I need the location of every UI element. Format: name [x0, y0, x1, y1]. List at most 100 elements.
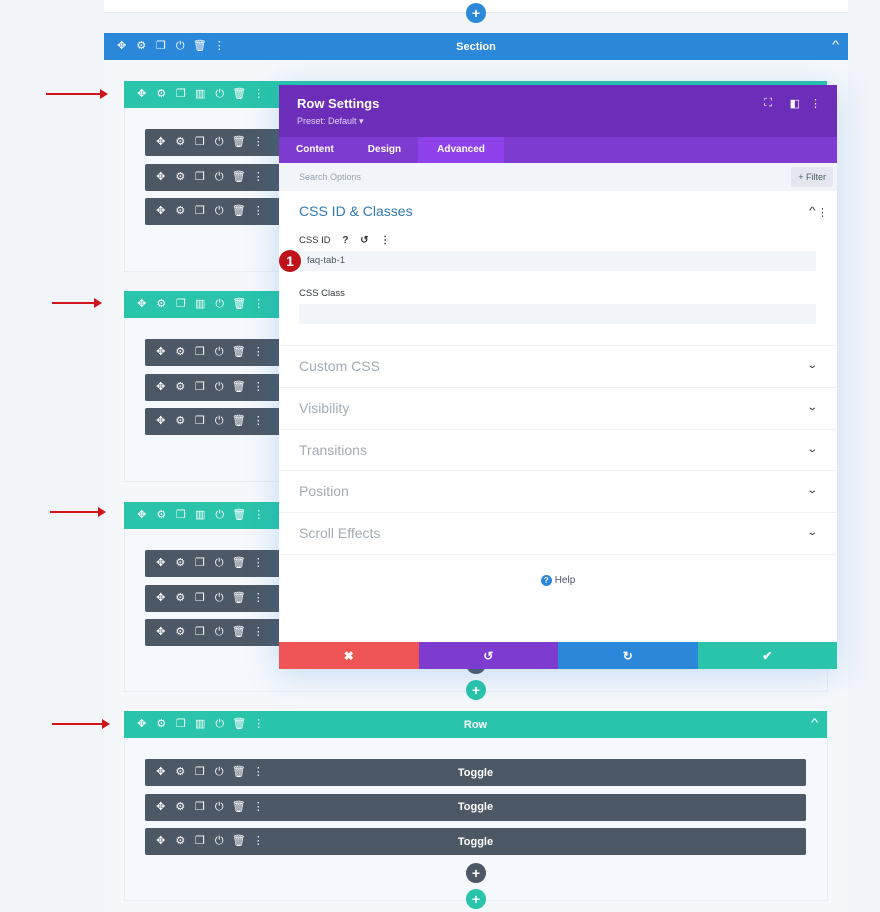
more-icon[interactable]: ⋮ — [249, 381, 269, 393]
modal-header[interactable]: Row Settings Preset: Default ▾ ⛶ ◧ ⋮ — [279, 85, 837, 137]
gear-icon[interactable]: ⚙ — [171, 171, 191, 183]
add-row-button[interactable]: + — [466, 680, 486, 700]
redo-button[interactable]: ↻ — [558, 642, 698, 669]
more-icon[interactable]: ⋮ — [249, 299, 269, 310]
gear-icon[interactable]: ⚙ — [171, 836, 191, 847]
trash-icon[interactable]: 🗑 — [230, 719, 250, 730]
toggle-module[interactable]: ✥⚙❐⏻🗑⋮Toggle — [145, 828, 806, 855]
group-more-icon[interactable]: ⋮ — [817, 206, 828, 219]
power-icon[interactable]: ⏻ — [210, 89, 230, 100]
move-icon[interactable]: ✥ — [112, 41, 132, 52]
more-options-icon[interactable]: ⋮ — [810, 97, 821, 110]
gear-icon[interactable]: ⚙ — [171, 347, 191, 358]
duplicate-icon[interactable]: ❐ — [190, 416, 210, 427]
power-icon[interactable]: ⏻ — [210, 836, 230, 847]
move-icon[interactable]: ✥ — [151, 171, 171, 183]
gear-icon[interactable]: ⚙ — [152, 510, 172, 521]
power-icon[interactable]: ⏻ — [210, 767, 230, 778]
tab-design[interactable]: Design — [351, 137, 418, 163]
toggle-module[interactable]: ✥⚙❐⏻🗑⋮Toggle — [145, 793, 806, 821]
trash-icon[interactable]: 🗑 — [230, 89, 250, 100]
group-position[interactable]: Position ⌄ — [279, 470, 837, 512]
gear-icon[interactable]: ⚙ — [171, 416, 191, 427]
power-icon[interactable]: ⏻ — [171, 41, 191, 52]
power-icon[interactable]: ⏻ — [210, 627, 230, 638]
duplicate-icon[interactable]: ❐ — [171, 719, 191, 730]
move-icon[interactable]: ✥ — [151, 592, 171, 604]
more-icon[interactable]: ⋮ — [249, 510, 269, 521]
discard-button[interactable]: ✖ — [279, 642, 419, 669]
more-icon[interactable]: ⋮ — [249, 592, 269, 604]
add-row-button[interactable]: + — [466, 889, 486, 909]
more-icon[interactable]: ⋮ — [249, 89, 269, 100]
trash-icon[interactable]: 🗑 — [229, 347, 249, 358]
trash-icon[interactable]: 🗑 — [229, 558, 249, 569]
power-icon[interactable]: ⏻ — [210, 206, 230, 217]
chevron-up-icon[interactable]: ^ — [811, 717, 818, 729]
trash-icon[interactable]: 🗑 — [229, 836, 249, 847]
fullscreen-icon[interactable]: ⛶ — [764, 97, 772, 110]
duplicate-icon[interactable]: ❐ — [190, 767, 210, 778]
duplicate-icon[interactable]: ❐ — [190, 836, 210, 847]
more-icon[interactable]: ⋮ — [249, 767, 269, 778]
columns-icon[interactable]: ▥ — [191, 510, 211, 521]
gear-icon[interactable]: ⚙ — [171, 381, 191, 393]
more-icon[interactable]: ⋮ — [249, 801, 269, 813]
more-icon[interactable]: ⋮ — [249, 627, 269, 638]
duplicate-icon[interactable]: ❐ — [190, 381, 210, 393]
columns-icon[interactable]: ▥ — [191, 719, 211, 730]
move-icon[interactable]: ✥ — [151, 416, 171, 427]
chevron-up-icon[interactable]: ^ — [832, 39, 839, 51]
gear-icon[interactable]: ⚙ — [171, 627, 191, 638]
move-icon[interactable]: ✥ — [132, 719, 152, 730]
section-header[interactable]: ✥ ⚙ ❐ ⏻ 🗑 ⋮ Section ^ — [104, 33, 848, 60]
filter-button[interactable]: + Filter — [791, 167, 833, 187]
tab-advanced[interactable]: Advanced — [418, 137, 504, 163]
move-icon[interactable]: ✥ — [151, 836, 171, 847]
trash-icon[interactable]: 🗑 — [229, 137, 249, 148]
trash-icon[interactable]: 🗑 — [229, 801, 249, 813]
more-icon[interactable]: ⋮ — [249, 171, 269, 183]
gear-icon[interactable]: ⚙ — [171, 558, 191, 569]
more-icon[interactable]: ⋮ — [249, 347, 269, 358]
preset-dropdown[interactable]: Preset: Default ▾ — [297, 116, 364, 127]
duplicate-icon[interactable]: ❐ — [190, 137, 210, 148]
help-link[interactable]: ? Help — [279, 575, 837, 586]
chevron-up-icon[interactable]: ^ — [809, 206, 816, 217]
move-icon[interactable]: ✥ — [151, 801, 171, 813]
gear-icon[interactable]: ⚙ — [171, 767, 191, 778]
trash-icon[interactable]: 🗑 — [229, 767, 249, 778]
duplicate-icon[interactable]: ❐ — [190, 558, 210, 569]
more-icon[interactable]: ⋮ — [249, 558, 269, 569]
css-id-input[interactable]: faq-tab-1 — [299, 251, 816, 271]
duplicate-icon[interactable]: ❐ — [151, 41, 171, 52]
duplicate-icon[interactable]: ❐ — [171, 89, 191, 100]
add-section-button[interactable]: + — [466, 3, 486, 23]
trash-icon[interactable]: 🗑 — [229, 627, 249, 638]
tab-content[interactable]: Content — [279, 137, 351, 163]
group-custom-css[interactable]: Custom CSS ⌄ — [279, 345, 837, 387]
power-icon[interactable]: ⏻ — [210, 171, 230, 183]
columns-icon[interactable]: ▥ — [191, 89, 211, 100]
move-icon[interactable]: ✥ — [132, 89, 152, 100]
move-icon[interactable]: ✥ — [151, 627, 171, 638]
move-icon[interactable]: ✥ — [151, 558, 171, 569]
power-icon[interactable]: ⏻ — [210, 137, 230, 148]
sidebar-snap-icon[interactable]: ◧ — [790, 97, 800, 110]
gear-icon[interactable]: ⚙ — [171, 801, 191, 813]
group-scroll-effects[interactable]: Scroll Effects ⌄ — [279, 512, 837, 555]
duplicate-icon[interactable]: ❐ — [171, 510, 191, 521]
save-button[interactable]: ✔ — [697, 642, 837, 669]
trash-icon[interactable]: 🗑 — [190, 41, 210, 52]
power-icon[interactable]: ⏻ — [210, 510, 230, 521]
power-icon[interactable]: ⏻ — [210, 558, 230, 569]
group-transitions[interactable]: Transitions ⌄ — [279, 429, 837, 471]
power-icon[interactable]: ⏻ — [210, 592, 230, 604]
help-icon[interactable]: ? — [342, 235, 348, 246]
search-input[interactable]: Search Options — [299, 172, 361, 182]
move-icon[interactable]: ✥ — [132, 299, 152, 310]
undo-button[interactable]: ↺ — [418, 642, 558, 669]
power-icon[interactable]: ⏻ — [210, 719, 230, 730]
move-icon[interactable]: ✥ — [151, 137, 171, 148]
gear-icon[interactable]: ⚙ — [152, 299, 172, 310]
